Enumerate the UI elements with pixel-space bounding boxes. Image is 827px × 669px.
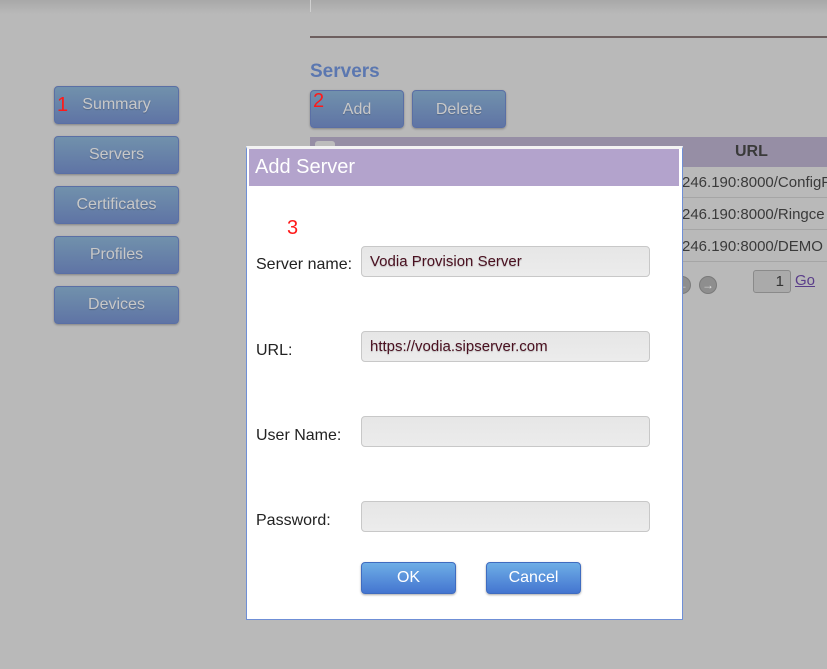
user-name-input[interactable] bbox=[361, 416, 650, 447]
cancel-button[interactable]: Cancel bbox=[486, 562, 581, 594]
sidebar-item-servers[interactable]: Servers bbox=[54, 136, 179, 174]
go-link[interactable]: Go bbox=[795, 272, 815, 289]
column-header-url[interactable]: URL bbox=[735, 143, 768, 161]
sidebar-item-summary[interactable]: Summary bbox=[54, 86, 179, 124]
url-label: URL: bbox=[256, 342, 293, 359]
sidebar-item-devices[interactable]: Devices bbox=[54, 286, 179, 324]
dialog-title: Add Server bbox=[249, 149, 679, 186]
server-name-label: Server name: bbox=[256, 256, 353, 273]
password-label: Password: bbox=[256, 512, 331, 529]
next-page-icon[interactable]: → bbox=[699, 276, 717, 294]
divider bbox=[310, 0, 311, 12]
server-name-input[interactable]: Vodia Provision Server bbox=[361, 246, 650, 277]
password-input[interactable] bbox=[361, 501, 650, 532]
user-name-label: User Name: bbox=[256, 427, 342, 444]
ok-button[interactable]: OK bbox=[361, 562, 456, 594]
pager: ← → 1 Go bbox=[673, 263, 827, 299]
annotation-marker: 3 bbox=[287, 217, 299, 239]
table-row[interactable]: 246.190:8000/ConfigF bbox=[682, 167, 827, 198]
annotation-marker: 2 bbox=[313, 90, 325, 112]
table-row[interactable]: 246.190:8000/Ringce bbox=[682, 199, 827, 230]
add-server-dialog: Add Server 3 Server name: Vodia Provisio… bbox=[246, 146, 683, 620]
table-row[interactable]: 246.190:8000/DEMO bbox=[682, 231, 827, 262]
url-input[interactable]: https://vodia.sipserver.com bbox=[361, 331, 650, 362]
top-bar bbox=[0, 0, 827, 14]
divider bbox=[310, 36, 827, 38]
sidebar-item-certificates[interactable]: Certificates bbox=[54, 186, 179, 224]
page-number-input[interactable]: 1 bbox=[753, 270, 791, 293]
sidebar-item-profiles[interactable]: Profiles bbox=[54, 236, 179, 274]
delete-button[interactable]: Delete bbox=[412, 90, 506, 128]
annotation-marker: 1 bbox=[57, 94, 69, 116]
page-title: Servers bbox=[310, 61, 380, 82]
